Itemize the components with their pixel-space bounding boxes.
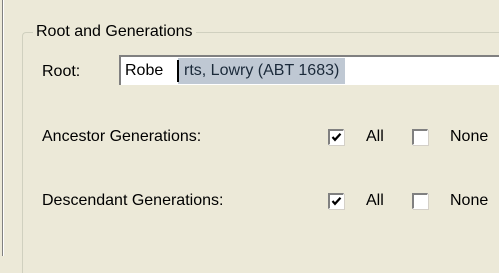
panel-edge-highlight (3, 0, 4, 256)
ancestor-none-label[interactable]: None (450, 126, 488, 148)
descendant-all-label[interactable]: All (366, 190, 384, 212)
ancestor-all-checkbox[interactable] (328, 129, 344, 145)
ancestor-generations-label: Ancestor Generations: (42, 128, 202, 145)
dialog-panel: Root and Generations Root: Robe rts, Low… (0, 0, 499, 273)
ancestor-none-checkbox[interactable] (412, 129, 428, 145)
text-caret (177, 60, 179, 82)
descendant-all-checkbox[interactable] (328, 193, 344, 209)
checkmark-icon (331, 133, 342, 142)
checkmark-icon (331, 197, 342, 206)
root-input-text: Robe (125, 62, 164, 79)
root-input-selected-text: rts, Lowry (ABT 1683) (178, 58, 346, 84)
groupbox-title: Root and Generations (33, 22, 196, 42)
descendant-none-checkbox[interactable] (412, 193, 428, 209)
ancestor-all-label[interactable]: All (366, 126, 384, 148)
descendant-none-label[interactable]: None (450, 190, 488, 212)
root-label: Root: (42, 63, 81, 80)
root-input[interactable]: Robe rts, Lowry (ABT 1683) (119, 55, 499, 85)
descendant-generations-label: Descendant Generations: (42, 192, 224, 209)
